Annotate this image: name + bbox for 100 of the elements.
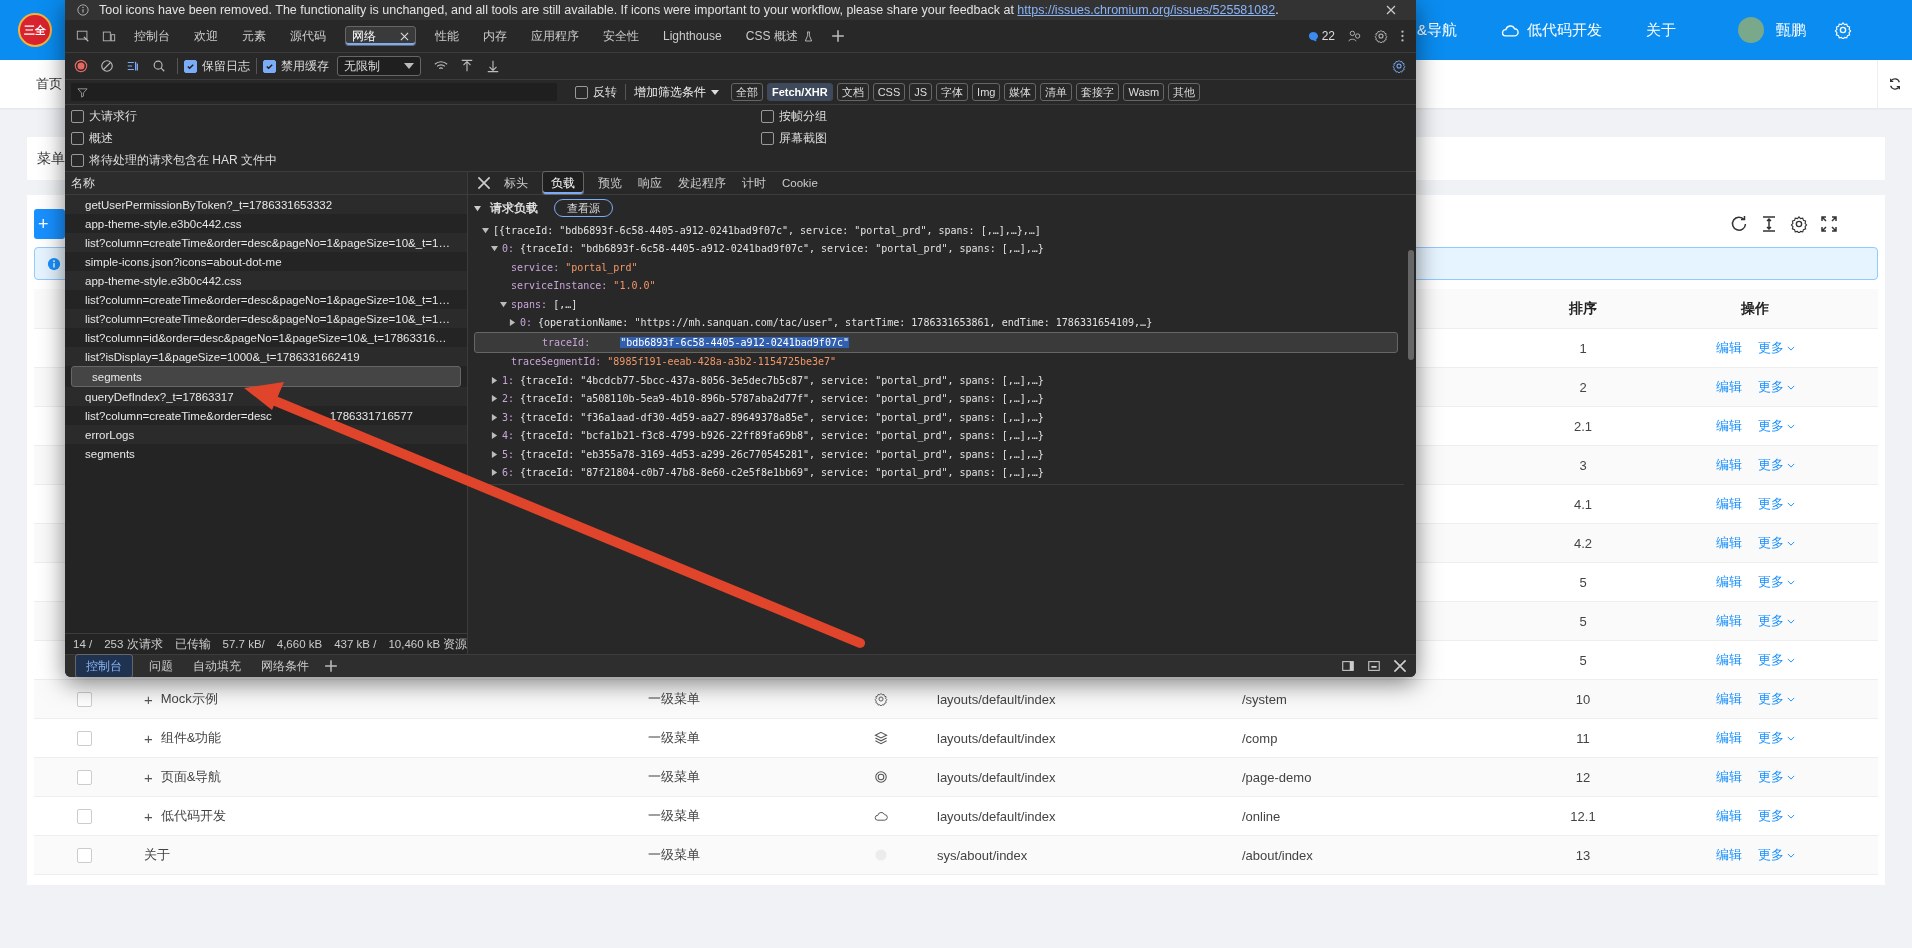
devtools-tab[interactable]: 性能 <box>424 20 470 52</box>
drawer-tab[interactable]: 自动填充 <box>183 655 251 677</box>
checkbox-label[interactable]: 保留日志 <box>202 57 250 75</box>
checkbox-label[interactable]: 反转 <box>593 83 617 101</box>
type-filter-chip[interactable]: 文档 <box>836 83 869 101</box>
settings-icon[interactable] <box>1374 29 1388 43</box>
more-icon[interactable] <box>1400 29 1405 43</box>
close-icon[interactable] <box>1386 5 1396 15</box>
type-filter-chip[interactable]: 其他 <box>1168 83 1201 101</box>
search-icon[interactable] <box>152 59 166 73</box>
settings-icon[interactable] <box>1392 59 1406 73</box>
filter-icon[interactable] <box>126 59 140 73</box>
caret-icon[interactable] <box>491 469 498 477</box>
devtools-tab[interactable]: 控制台 <box>123 20 181 52</box>
add-filter-dropdown[interactable]: 增加筛选条件 <box>634 83 719 101</box>
checkbox-label[interactable]: 按帧分组 <box>779 107 827 125</box>
caret-icon[interactable] <box>491 432 498 440</box>
reload-icon[interactable] <box>1730 215 1748 233</box>
plus-icon[interactable] <box>830 29 845 43</box>
caret-icon[interactable] <box>491 413 498 421</box>
upload-icon[interactable] <box>460 59 474 73</box>
clear-icon[interactable] <box>100 59 114 73</box>
record-icon[interactable] <box>74 59 88 73</box>
devtools-tab[interactable]: 内存 <box>472 20 518 52</box>
row-checkbox[interactable] <box>76 769 92 785</box>
fullscreen-icon[interactable] <box>1820 215 1838 233</box>
request-row[interactable]: list?column=id&order=desc&pageNo=1&pageSize=10&_t=17863316… <box>65 328 467 347</box>
column-height-icon[interactable] <box>1760 215 1778 233</box>
request-row[interactable]: getUserPermissionByToken?_t=1786331653332 <box>65 195 467 214</box>
detail-tab[interactable]: 计时 <box>734 172 774 194</box>
type-filter-chip[interactable]: JS <box>909 83 933 101</box>
settings-icon[interactable] <box>1790 215 1808 233</box>
inspect-icon[interactable] <box>76 29 90 43</box>
download-icon[interactable] <box>486 59 500 73</box>
caret-icon[interactable] <box>509 319 516 327</box>
devtools-tab[interactable]: 元素 <box>231 20 277 52</box>
row-checkbox[interactable] <box>76 730 92 746</box>
expand-toggle[interactable]: + <box>144 729 153 747</box>
caret-icon[interactable] <box>500 300 507 308</box>
type-filter-chip[interactable]: Img <box>972 83 1001 101</box>
detail-tab[interactable]: 发起程序 <box>670 172 734 194</box>
payload-tree-row[interactable]: [{traceId: "bdb6893f-6c58-4405-a912-0241bad9f07c", service: "portal_prd", spans: [,…],…},…] <box>468 221 1404 240</box>
checkbox-label[interactable]: 大请求行 <box>89 107 137 125</box>
checkbox[interactable] <box>184 59 197 73</box>
checkbox-label[interactable]: 屏幕截图 <box>779 129 827 147</box>
drawer-tab[interactable]: 问题 <box>139 655 183 677</box>
request-row[interactable]: segments <box>65 444 467 463</box>
checkbox[interactable] <box>761 109 774 123</box>
detail-tab[interactable]: 负载 <box>542 171 584 195</box>
type-filter-chip[interactable]: CSS <box>872 83 906 101</box>
expand-toggle[interactable]: + <box>144 690 153 708</box>
filter-field[interactable] <box>71 83 557 101</box>
payload-tree-row[interactable]: 6: {traceId: "87f21804-c0b7-47b8-8e60-c2e5f8e1bb69", service: "portal_prd", spans: [,…],…} <box>468 463 1404 482</box>
devtools-tab[interactable]: 欢迎 <box>183 20 229 52</box>
row-checkbox[interactable] <box>76 847 92 863</box>
checkbox-label[interactable]: 概述 <box>89 129 113 147</box>
request-row[interactable]: app-theme-style.e3b0c442.css <box>65 214 467 233</box>
devtools-tab[interactable]: Lighthouse <box>652 20 733 52</box>
payload-tree-row[interactable]: traceId: "bdb6893f-6c58-4405-a912-0241bad9f07c" <box>474 332 1398 353</box>
expand-toggle[interactable]: + <box>144 768 153 786</box>
checkbox[interactable] <box>71 153 84 167</box>
payload-tree-row[interactable]: service: "portal_prd" <box>468 258 1404 277</box>
payload-tree-row[interactable]: spans: [,…] <box>468 295 1404 314</box>
checkbox[interactable] <box>761 131 774 145</box>
checkbox[interactable] <box>71 109 84 123</box>
payload-tree-row[interactable]: 2: {traceId: "a508110b-5ea9-4b10-896b-5787aba2d77f", service: "portal_prd", spans: [,…],…} <box>468 389 1404 408</box>
checkbox-label[interactable]: 将待处理的请求包含在 HAR 文件中 <box>89 151 277 169</box>
caret-icon[interactable] <box>491 376 498 384</box>
payload-tree-row[interactable]: 0: {operationName: "https://mh.sanquan.com/tac/user", startTime: 1786331653861, endTime: 1786331654109,…} <box>468 313 1404 332</box>
request-row[interactable]: list?column=createTime&order=desc 1786331716577 <box>65 406 467 425</box>
type-filter-chip[interactable]: Fetch/XHR <box>767 83 833 101</box>
request-row[interactable]: list?column=createTime&order=desc&pageNo=1&pageSize=10&_t=1… <box>65 233 467 252</box>
drawer-tab[interactable]: 控制台 <box>75 654 133 677</box>
request-row[interactable]: segments <box>71 366 461 387</box>
dock-icon[interactable] <box>1341 659 1355 673</box>
request-row[interactable]: app-theme-style.e3b0c442.css <box>65 271 467 290</box>
detail-tab[interactable]: 响应 <box>630 172 670 194</box>
devtools-tab[interactable]: 安全性 <box>592 20 650 52</box>
home-tab[interactable]: 首页 <box>36 75 62 93</box>
caret-icon[interactable] <box>482 226 489 234</box>
devtools-tab[interactable]: 源代码 <box>279 20 337 52</box>
expand-toggle[interactable]: + <box>144 807 153 825</box>
payload-tree-row[interactable]: 3: {traceId: "f36a1aad-df30-4d59-aa27-89649378a85e", service: "portal_prd", spans: [,…],…} <box>468 408 1404 427</box>
request-row[interactable]: simple-icons.json?icons=about-dot-me <box>65 252 467 271</box>
checkbox[interactable] <box>263 59 276 73</box>
payload-tree-row[interactable]: serviceInstance: "1.0.0" <box>468 276 1404 295</box>
devtools-tab[interactable]: CSS 概述 <box>734 20 824 52</box>
close-icon[interactable] <box>400 31 409 41</box>
payload-tree-row[interactable]: 4: {traceId: "bcfa1b21-f3c8-4799-b926-22ff89fa69b8", service: "portal_prd", spans: [,…],…} <box>468 426 1404 445</box>
request-row[interactable]: list?column=createTime&order=desc&pageNo=1&pageSize=10&_t=1… <box>65 309 467 328</box>
request-row[interactable]: queryDefIndex?_t=17863317 <box>65 387 467 406</box>
logo[interactable]: 三全 <box>18 13 52 47</box>
payload-tree-row[interactable]: 5: {traceId: "eb355a78-3169-4d53-a299-26c770545281", service: "portal_prd", spans: [,…],…} <box>468 445 1404 464</box>
request-row[interactable]: errorLogs <box>65 425 467 444</box>
request-row[interactable]: list?column=createTime&order=desc&pageNo=1&pageSize=10&_t=1… <box>65 290 467 309</box>
detail-tab[interactable]: 标头 <box>496 172 536 194</box>
drawer-tab[interactable]: 网络条件 <box>251 655 319 677</box>
type-filter-chip[interactable]: Wasm <box>1123 83 1165 101</box>
type-filter-chip[interactable]: 全部 <box>731 83 763 101</box>
caret-icon[interactable] <box>491 395 498 403</box>
